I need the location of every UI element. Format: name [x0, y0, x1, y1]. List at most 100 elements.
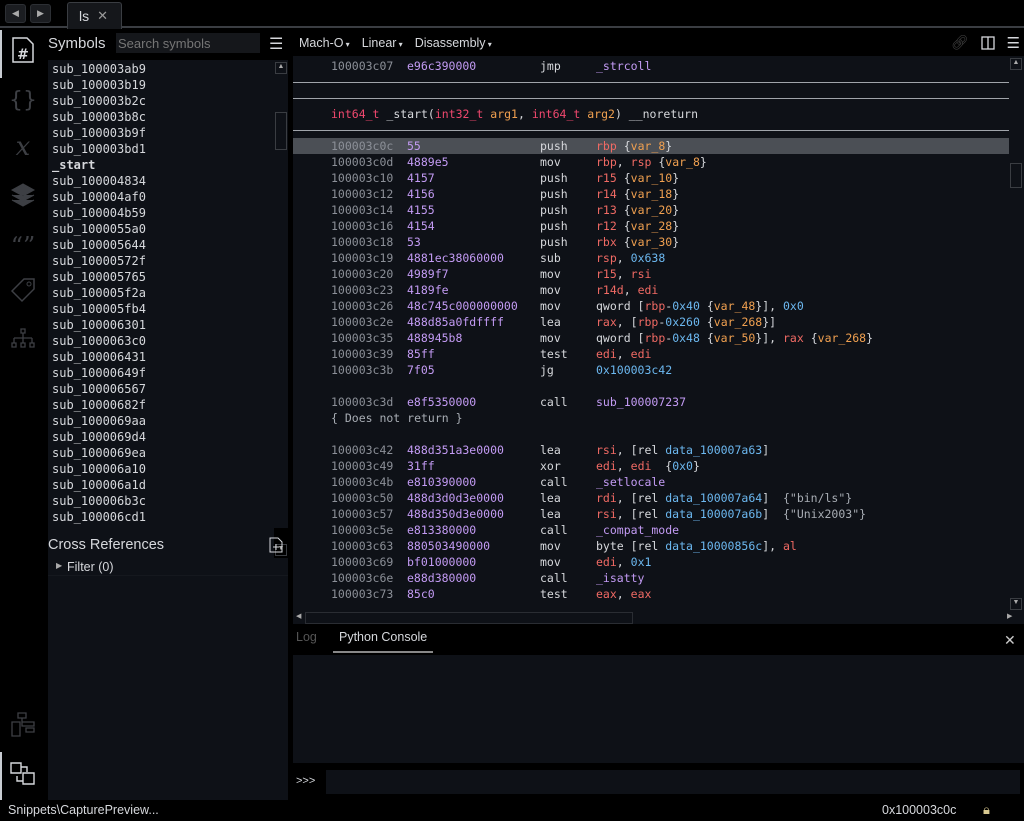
symbol-item[interactable]: sub_100006b3c	[48, 493, 274, 509]
symbol-item[interactable]: sub_1000069aa	[48, 413, 274, 429]
back-button[interactable]: ◀	[5, 4, 26, 23]
instruction-line[interactable]: 100003c3b 7f05 jg 0x100003c42	[293, 362, 1009, 378]
symbol-item[interactable]: sub_100003b9f	[48, 125, 274, 141]
forward-button[interactable]: ▶	[30, 4, 51, 23]
status-snippet-label[interactable]: Snippets\CapturePreview...	[8, 803, 159, 817]
close-panel-icon[interactable]: ✕	[1004, 632, 1016, 649]
instruction-line[interactable]: 100003c35 488945b8 mov qword [rbp-0x48 {var…	[293, 330, 1009, 346]
symbol-item[interactable]: sub_100003bd1	[48, 141, 274, 157]
operand-token: al	[782, 539, 797, 553]
symbol-item[interactable]: sub_10000649f	[48, 365, 274, 381]
symbol-item[interactable]: sub_1000063c0	[48, 333, 274, 349]
symbols-icon[interactable]: #	[8, 35, 38, 65]
search-symbols-input[interactable]	[116, 33, 260, 53]
instruction-line[interactable]: 100003c50 488d3d0d3e0000 lea rdi, [rel data…	[293, 490, 1009, 506]
symbol-item[interactable]: sub_100005f2a	[48, 285, 274, 301]
symbol-item[interactable]: sub_100006431	[48, 349, 274, 365]
symbol-item[interactable]: sub_100006cd1	[48, 509, 274, 525]
symbol-item[interactable]: sub_100004af0	[48, 189, 274, 205]
horizontal-scrollbar[interactable]: ◀ ▶	[293, 612, 1024, 624]
filter-row[interactable]: ▶ Filter (0)	[48, 558, 288, 576]
instruction-line[interactable]: 100003c0c 55 push rbp {var_8}	[293, 138, 1009, 154]
symbol-item[interactable]: sub_1000069ea	[48, 445, 274, 461]
tab-python-console[interactable]: Python Console	[339, 630, 427, 644]
python-console-input[interactable]	[326, 770, 1020, 794]
symbol-item[interactable]: sub_1000069d4	[48, 429, 274, 445]
instruction-line[interactable]: 100003c3d e8f5350000 call sub_100007237	[293, 394, 1009, 410]
instruction-line[interactable]: 100003c63 880503490000 mov byte [rel data_1…	[293, 538, 1009, 554]
close-icon[interactable]: ✕	[97, 8, 108, 24]
instruction-line[interactable]: 100003c2e 488d85a0fdffff lea rax, [rbp-0x26…	[293, 314, 1009, 330]
disassembly-listing[interactable]: 100003c07 e96c390000 jmp _strcoll int64_t _s…	[293, 56, 1009, 612]
lock-icon[interactable]: 🔒︎	[983, 802, 990, 818]
strings-icon[interactable]: “”	[8, 228, 38, 258]
instruction-line[interactable]: 100003c49 31ff xor edi, edi {0x0}	[293, 458, 1009, 474]
instruction-line[interactable]: 100003c42 488d351a3e0000 lea rsi, [rel data…	[293, 442, 1009, 458]
symbol-item[interactable]: sub_100006a1d	[48, 477, 274, 493]
symbol-item[interactable]: sub_100006a10	[48, 461, 274, 477]
function-header[interactable]: int64_t _start(int32_t arg1, int64_t arg…	[293, 106, 1009, 122]
current-address[interactable]: 0x100003c0c	[882, 803, 956, 817]
symbol-item[interactable]: sub_100006301	[48, 317, 274, 333]
instruction-line[interactable]: 100003c16 4154 push r12 {var_28}	[293, 218, 1009, 234]
instruction-line[interactable]: 100003c39 85ff test edi, edi	[293, 346, 1009, 362]
symbol-item[interactable]: sub_100005644	[48, 237, 274, 253]
instruction-line[interactable]: 100003c12 4156 push r14 {var_18}	[293, 186, 1009, 202]
symbol-item[interactable]: sub_100003b8c	[48, 109, 274, 125]
symbol-item[interactable]: sub_100006567	[48, 381, 274, 397]
hierarchy-icon[interactable]	[8, 325, 38, 355]
types-icon[interactable]: {}	[8, 84, 38, 114]
operand-token: var_268	[817, 331, 867, 345]
instruction-line[interactable]: 100003c6e e88d380000 call _isatty	[293, 570, 1009, 586]
symbol-item[interactable]: _start	[48, 157, 274, 173]
symbol-item[interactable]: sub_100004b59	[48, 205, 274, 221]
expand-arrow-icon[interactable]: ▶	[56, 561, 62, 570]
variables-icon[interactable]: x	[8, 131, 38, 161]
mnemonic: test	[540, 587, 568, 601]
tags-icon[interactable]	[8, 275, 38, 305]
symbol-list-scrollbar[interactable]: ▲ ▼	[274, 60, 288, 556]
symbol-item[interactable]: sub_100004834	[48, 173, 274, 189]
new-pane-icon[interactable]	[269, 537, 283, 553]
svg-text:“”: “”	[11, 232, 36, 258]
operand-token: 0x48	[672, 331, 700, 345]
instruction-line[interactable]: 100003c20 4989f7 mov r15, rsi	[293, 266, 1009, 282]
instruction-line[interactable]: 100003c10 4157 push r15 {var_10}	[293, 170, 1009, 186]
instruction-line[interactable]: 100003c73 85c0 test eax, eax	[293, 586, 1009, 602]
instruction-line[interactable]: 100003c0d 4889e5 mov rbp, rsp {var_8}	[293, 154, 1009, 170]
cross-reference-icon[interactable]	[8, 760, 38, 790]
instruction-line[interactable]: 100003c57 488d350d3e0000 lea rsi, [rel data…	[293, 506, 1009, 522]
instruction-line[interactable]: 100003c18 53 push rbx {var_30}	[293, 234, 1009, 250]
symbol-item[interactable]: sub_1000055a0	[48, 221, 274, 237]
tab-ls[interactable]: ls ✕	[67, 2, 122, 29]
instruction-line[interactable]: 100003c07 e96c390000 jmp _strcoll	[293, 58, 1009, 74]
symbol-item[interactable]: sub_10000682f	[48, 397, 274, 413]
instruction-line[interactable]: 100003c26 48c745c000000000 mov qword [rbp-0…	[293, 298, 1009, 314]
stack-icon[interactable]	[8, 180, 38, 210]
symbol-item[interactable]: sub_100005fb4	[48, 301, 274, 317]
address: 100003c26	[331, 299, 394, 313]
vertical-scrollbar[interactable]: ▲ ▼	[1009, 56, 1024, 612]
instruction-line[interactable]: 100003c5e e813380000 call _compat_mode	[293, 522, 1009, 538]
split-view-icon[interactable]	[980, 35, 995, 50]
link-icon[interactable]: 🔗︎	[951, 34, 969, 51]
view-menu-icon[interactable]: ☰	[1007, 34, 1020, 52]
symbol-item[interactable]: sub_10000572f	[48, 253, 274, 269]
instruction-line[interactable]: 100003c69 bf01000000 mov edi, 0x1	[293, 554, 1009, 570]
tab-log[interactable]: Log	[296, 630, 317, 644]
graph-view-icon[interactable]	[8, 710, 38, 740]
view-type-dropdown[interactable]: Mach-O	[299, 36, 350, 50]
instruction-line[interactable]: 100003c14 4155 push r13 {var_20}	[293, 202, 1009, 218]
comment-line[interactable]: { Does not return }	[293, 410, 1009, 426]
hamburger-menu-icon[interactable]: ☰	[269, 34, 283, 54]
instruction-line[interactable]: 100003c23 4189fe mov r14d, edi	[293, 282, 1009, 298]
operand-token: }	[672, 203, 680, 217]
mode-dropdown[interactable]: Disassembly	[415, 36, 492, 50]
symbol-item[interactable]: sub_100003ab9	[48, 61, 274, 77]
instruction-line[interactable]: 100003c4b e810390000 call _setlocale	[293, 474, 1009, 490]
layout-dropdown[interactable]: Linear	[362, 36, 403, 50]
symbol-item[interactable]: sub_100003b19	[48, 77, 274, 93]
symbol-item[interactable]: sub_100003b2c	[48, 93, 274, 109]
instruction-line[interactable]: 100003c19 4881ec38060000 sub rsp, 0x638	[293, 250, 1009, 266]
symbol-item[interactable]: sub_100005765	[48, 269, 274, 285]
